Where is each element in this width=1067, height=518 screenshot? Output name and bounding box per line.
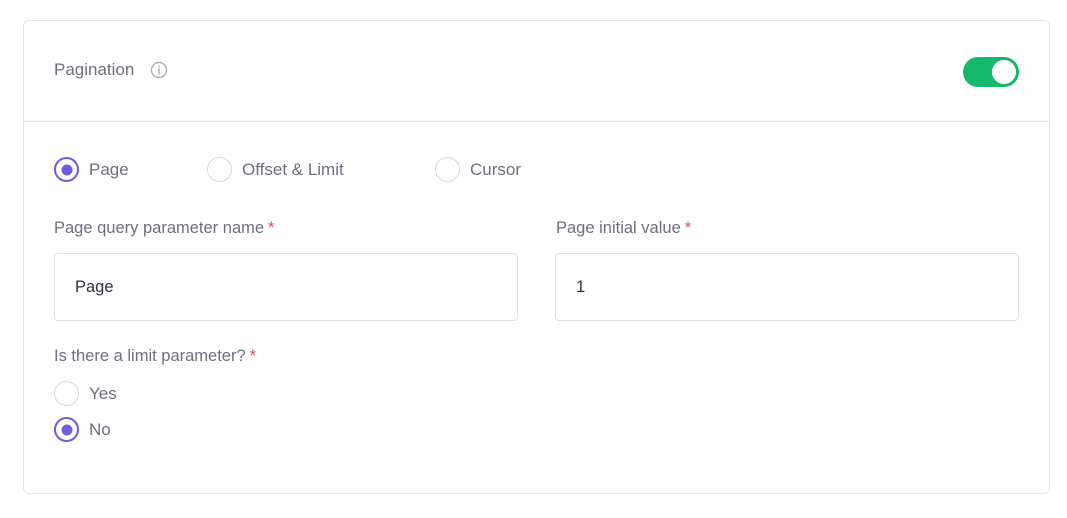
radio-yes[interactable] (54, 381, 79, 406)
page-param-label-text: Page query parameter name (54, 219, 265, 237)
radio-option-no[interactable]: No (54, 417, 117, 442)
radio-option-page[interactable]: Page (54, 157, 207, 182)
toggle-knob (992, 60, 1016, 84)
page-initial-label-text: Page initial value (556, 219, 681, 237)
radio-option-offset-limit[interactable]: Offset & Limit (207, 157, 435, 182)
pagination-type-group: Page Offset & Limit Cursor (54, 157, 521, 182)
radio-offset-limit[interactable] (207, 157, 232, 182)
radio-option-cursor[interactable]: Cursor (435, 157, 521, 182)
required-marker: * (249, 347, 257, 365)
pagination-title-group: Pagination (54, 60, 168, 80)
radio-cursor[interactable] (435, 157, 460, 182)
required-marker: * (268, 219, 275, 237)
radio-page[interactable] (54, 157, 79, 182)
info-icon[interactable] (150, 61, 168, 79)
radio-label-no: No (89, 419, 111, 439)
radio-label-yes: Yes (89, 383, 117, 403)
page-param-input[interactable] (54, 253, 518, 321)
pagination-card: Pagination Page Offset & Limit Cursor Pa… (23, 20, 1050, 494)
pagination-header: Pagination (24, 21, 1049, 122)
page-initial-label: Page initial value * (556, 219, 691, 238)
pagination-title: Pagination (54, 60, 135, 79)
radio-option-yes[interactable]: Yes (54, 381, 117, 406)
pagination-toggle[interactable] (963, 57, 1019, 87)
radio-label-offset-limit: Offset & Limit (242, 159, 344, 179)
page-initial-input[interactable] (555, 253, 1019, 321)
limit-question-label: Is there a limit parameter? * (54, 347, 256, 366)
page-param-label: Page query parameter name * (54, 219, 274, 238)
radio-label-cursor: Cursor (470, 159, 522, 179)
radio-no[interactable] (54, 417, 79, 442)
limit-option-group: Yes No (54, 381, 117, 453)
limit-question-text: Is there a limit parameter? (54, 347, 246, 365)
required-marker: * (684, 219, 692, 237)
radio-label-page: Page (89, 159, 129, 179)
